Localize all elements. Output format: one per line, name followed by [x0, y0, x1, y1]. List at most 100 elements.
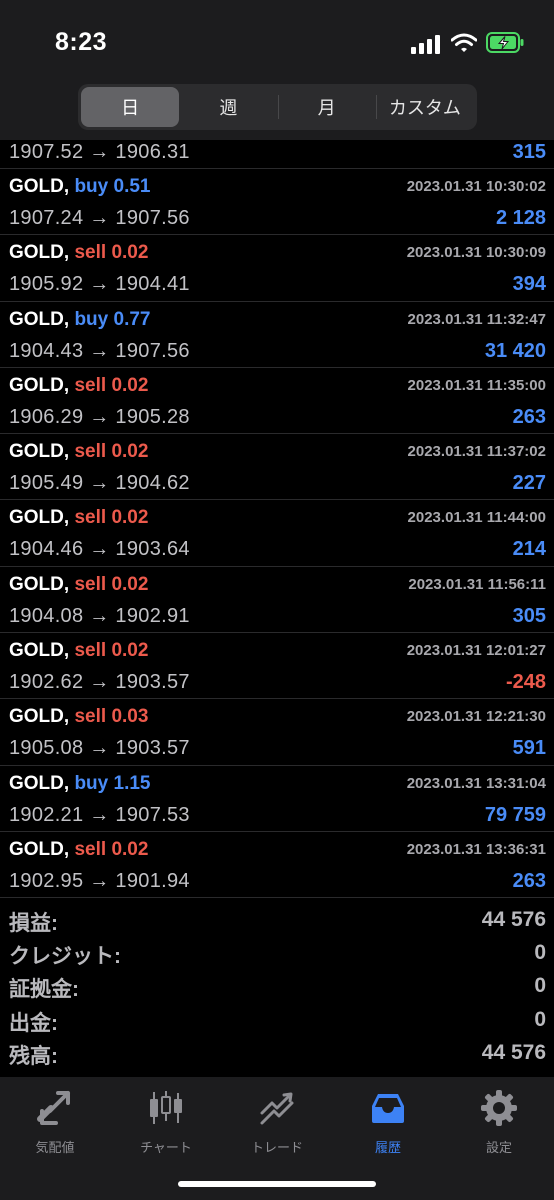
deal-volume: 0.51: [113, 176, 151, 197]
deal-side: buy: [74, 308, 109, 330]
tab-history[interactable]: 履歴: [333, 1085, 443, 1155]
deal-symbol: GOLD,: [9, 242, 70, 264]
open-price: 1904.43: [9, 339, 84, 362]
trade-icon: [260, 1092, 294, 1125]
deal-prices: 1907.52 → 1906.31: [9, 141, 190, 163]
deal-row[interactable]: GOLD, sell 0.02 2023.01.31 11:44:00 1904.4…: [0, 500, 554, 567]
tab-settings[interactable]: 設定: [444, 1085, 554, 1155]
deal-direction: buy 0.77: [74, 309, 150, 330]
account-summary: 損益: 44 576 クレジット: 0 証拠金: 0 出金: 0 残高: 44 576: [0, 905, 554, 1071]
deal-row-partial[interactable]: 1907.52 → 1906.31 315: [0, 140, 554, 169]
summary-row: 出金: 0: [0, 1005, 554, 1038]
battery-icon: [486, 32, 524, 53]
deal-volume: 0.02: [111, 507, 149, 529]
deal-volume: 1.15: [113, 772, 151, 794]
deal-datetime: 2023.01.31 11:56:11: [408, 575, 546, 593]
deal-symbol: GOLD,: [9, 507, 70, 529]
tab-quotes[interactable]: 気配値: [0, 1085, 110, 1155]
wifi-icon: [451, 33, 477, 52]
deal-direction: sell 0.02: [74, 242, 148, 263]
home-indicator: [178, 1181, 376, 1187]
deal-prices: 1902.95 → 1901.94: [9, 869, 190, 892]
open-price: 1905.92: [9, 273, 84, 296]
deal-symbol-side: GOLD, sell 0.02: [9, 574, 148, 596]
close-price: 1907.56: [115, 207, 190, 229]
summary-label: 残高:: [9, 1044, 58, 1068]
deal-row[interactable]: GOLD, sell 0.02 2023.01.31 13:36:31 1902.9…: [0, 832, 554, 899]
deal-row[interactable]: GOLD, sell 0.03 2023.01.31 12:21:30 1905.0…: [0, 699, 554, 766]
deal-symbol: GOLD,: [9, 308, 70, 330]
tab-label: トレード: [250, 1140, 303, 1155]
deal-symbol-side: GOLD, sell 0.02: [9, 507, 148, 529]
open-price: 1905.08: [9, 737, 84, 760]
tab-chart[interactable]: チャート: [111, 1085, 221, 1155]
summary-value: 44 576: [481, 908, 546, 931]
period-day-segment[interactable]: 日: [81, 87, 180, 127]
deal-symbol-side: GOLD, buy 0.51: [9, 176, 151, 198]
deal-direction: sell 0.03: [74, 706, 148, 727]
status-time: 8:23: [55, 28, 108, 56]
summary-value: 44 576: [481, 1040, 546, 1064]
tab-label: 設定: [485, 1140, 512, 1155]
deal-prices: 1906.29 → 1905.28: [9, 405, 190, 428]
open-price: 1902.21: [9, 803, 84, 826]
deal-history-list[interactable]: 1907.52 → 1906.31 315 GOLD, buy 0.51 2023…: [0, 140, 554, 899]
deal-side: sell: [74, 838, 107, 860]
deal-profit: 227: [512, 472, 546, 495]
deal-symbol: GOLD,: [9, 374, 70, 396]
deal-row[interactable]: GOLD, sell 0.02 2023.01.31 11:35:00 1906.2…: [0, 368, 554, 435]
tab-label: チャート: [140, 1140, 192, 1155]
tab-trade[interactable]: トレード: [222, 1085, 332, 1155]
open-price: 1905.49: [9, 472, 84, 495]
deal-symbol-side: GOLD, sell 0.03: [9, 706, 148, 728]
deal-datetime: 2023.01.31 12:01:27: [406, 642, 546, 660]
deal-direction: sell 0.02: [74, 375, 148, 396]
deal-row[interactable]: GOLD, buy 0.51 2023.01.31 10:30:02 1907.24…: [0, 169, 554, 236]
deal-symbol: GOLD,: [9, 176, 70, 197]
deal-direction: buy 1.15: [74, 773, 150, 794]
tab-label: 気配値: [35, 1140, 75, 1155]
period-custom-segment[interactable]: カスタム: [375, 87, 474, 127]
deal-profit: 214: [512, 538, 546, 561]
deal-volume: 0.02: [111, 374, 149, 396]
deal-row[interactable]: GOLD, sell 0.02 2023.01.31 11:56:11 1904.0…: [0, 567, 554, 634]
deal-row[interactable]: GOLD, buy 1.15 2023.01.31 13:31:04 1902.21…: [0, 766, 554, 832]
close-price: 1904.41: [115, 273, 190, 296]
deal-profit: 2 128: [495, 207, 546, 229]
open-price: 1907.52: [9, 141, 84, 163]
status-bar: 8:23: [0, 0, 554, 84]
deal-prices: 1905.49 → 1904.62: [9, 472, 190, 495]
history-icon: [372, 1094, 404, 1123]
deal-volume: 0.02: [111, 640, 149, 662]
summary-row: クレジット: 0: [0, 938, 554, 971]
summary-row: 証拠金: 0: [0, 971, 554, 1004]
deal-profit: 305: [512, 604, 546, 627]
open-price: 1902.95: [9, 869, 84, 892]
deal-prices: 1905.92 → 1904.41: [9, 273, 190, 296]
deal-symbol-side: GOLD, buy 1.15: [9, 773, 151, 795]
deal-symbol: GOLD,: [9, 838, 70, 860]
deal-side: sell: [74, 441, 107, 463]
deal-symbol: GOLD,: [9, 441, 70, 463]
deal-symbol-side: GOLD, sell 0.02: [9, 640, 148, 662]
summary-label: クレジット:: [9, 945, 121, 969]
deal-volume: 0.77: [113, 308, 151, 330]
deal-prices: 1904.08 → 1902.91: [9, 604, 190, 627]
deal-row[interactable]: GOLD, buy 0.77 2023.01.31 11:32:47 1904.43…: [0, 302, 554, 368]
quotes-icon: [37, 1091, 70, 1125]
deal-row[interactable]: GOLD, sell 0.02 2023.01.31 10:30:09 1905.9…: [0, 235, 554, 302]
period-header: 日 週 月 カスタム: [0, 84, 554, 140]
deal-direction: sell 0.02: [74, 839, 148, 860]
period-week-segment[interactable]: 週: [179, 87, 277, 127]
deal-volume: 0.02: [111, 573, 149, 595]
deal-datetime: 2023.01.31 12:21:30: [406, 708, 546, 726]
deal-row[interactable]: GOLD, sell 0.02 2023.01.31 11:37:02 1905.4…: [0, 434, 554, 501]
deal-profit: 31 420: [484, 339, 546, 362]
deal-prices: 1904.43 → 1907.56: [9, 339, 190, 362]
deal-row[interactable]: GOLD, sell 0.02 2023.01.31 12:01:27 1902.6…: [0, 633, 554, 700]
deal-symbol: GOLD,: [9, 706, 70, 728]
deal-side: sell: [74, 706, 107, 728]
period-month-segment[interactable]: 月: [277, 87, 376, 127]
deal-symbol: GOLD,: [9, 573, 70, 595]
deal-side: sell: [74, 374, 107, 396]
